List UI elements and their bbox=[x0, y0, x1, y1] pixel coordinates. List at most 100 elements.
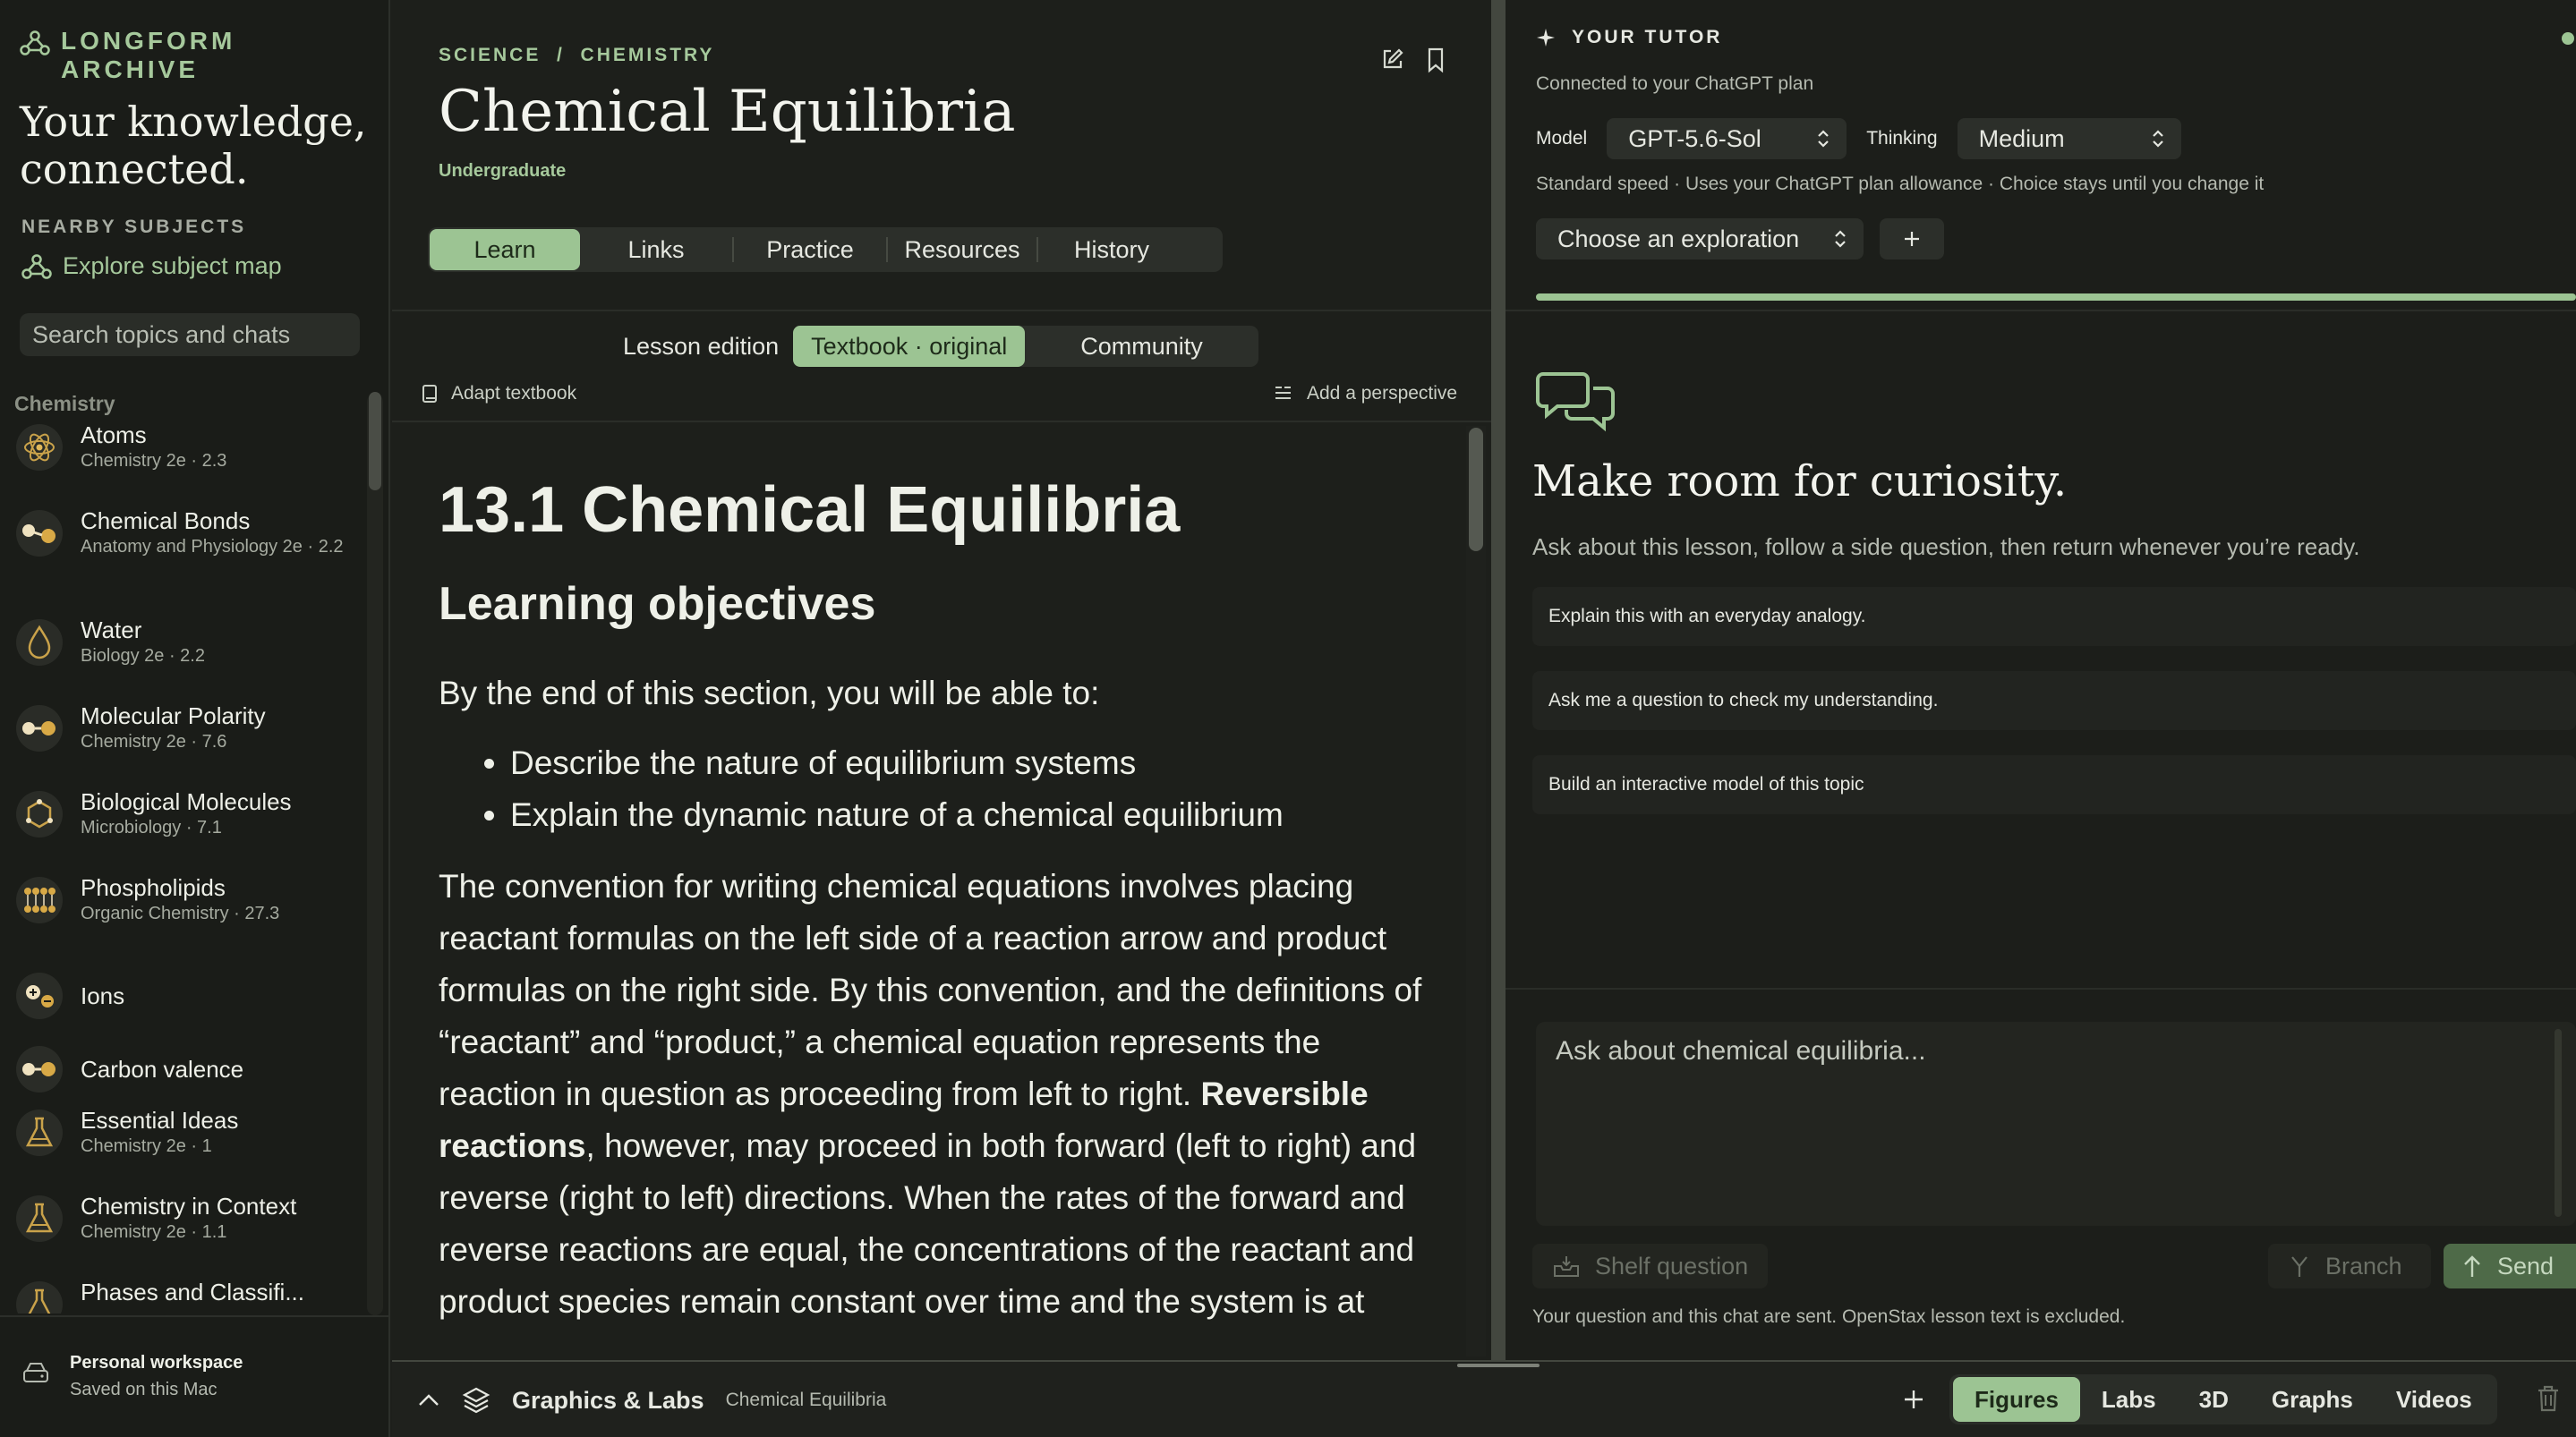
edition-segmented-control: Textbook · original Community bbox=[793, 326, 1258, 367]
suggestion-model[interactable]: Build an interactive model of this topic bbox=[1532, 755, 2576, 814]
model-select[interactable]: GPT-5.6-Sol bbox=[1607, 118, 1847, 159]
tab-history[interactable]: History bbox=[1038, 229, 1185, 270]
network-logo-icon bbox=[20, 30, 50, 84]
lesson-scrollbar[interactable] bbox=[1466, 426, 1486, 1356]
topic-item[interactable]: Carbon valence bbox=[0, 1033, 367, 1106]
topic-name: Phases and Classifi... bbox=[81, 1279, 305, 1305]
tab-resources[interactable]: Resources bbox=[888, 229, 1036, 270]
edition-textbook-option[interactable]: Textbook · original bbox=[793, 326, 1026, 367]
lesson-panel: SCIENCE / CHEMISTRY Chemical Equilibria … bbox=[392, 0, 1491, 1360]
tab-practice[interactable]: Practice bbox=[734, 229, 886, 270]
plus-icon bbox=[1902, 229, 1922, 249]
bookmark-icon[interactable] bbox=[1425, 47, 1446, 73]
sidebar-scrollbar[interactable] bbox=[367, 394, 383, 1315]
explore-map-link[interactable]: Explore subject map bbox=[21, 252, 282, 280]
adapt-textbook-button[interactable]: Adapt textbook bbox=[421, 383, 576, 404]
graphics-labs-subtitle: Chemical Equilibria bbox=[725, 1390, 887, 1410]
topic-item[interactable]: Phospholipids Organic Chemistry · 27.3 bbox=[0, 873, 367, 959]
lesson-scroll-thumb[interactable] bbox=[1469, 428, 1483, 551]
topic-source: Chemistry 2e · 7.6 bbox=[81, 732, 227, 752]
graphics-labs-title: Graphics & Labs bbox=[512, 1386, 704, 1414]
flask-icon bbox=[16, 1110, 63, 1156]
shelf-question-button[interactable]: Shelf question bbox=[1532, 1244, 1769, 1288]
edition-label: Lesson edition bbox=[623, 332, 780, 360]
topic-list: Atoms Chemistry 2e · 2.3 Chemical Bonds An… bbox=[0, 421, 367, 1314]
exploration-value: Choose an exploration bbox=[1557, 225, 1800, 252]
arrow-up-icon bbox=[2461, 1254, 2483, 1279]
topic-name: Carbon valence bbox=[81, 1056, 244, 1083]
topic-source: Microbiology · 7.1 bbox=[81, 818, 222, 838]
chevron-updown-icon bbox=[2151, 129, 2165, 149]
topic-item[interactable]: Chemical Bonds Anatomy and Physiology 2e … bbox=[0, 506, 367, 616]
chevron-up-icon[interactable] bbox=[417, 1392, 440, 1408]
tab-learn[interactable]: Learn bbox=[430, 229, 580, 270]
divider bbox=[1506, 310, 2576, 311]
topic-item[interactable]: Molecular Polarity Chemistry 2e · 7.6 bbox=[0, 701, 367, 787]
tab-3d[interactable]: 3D bbox=[2178, 1377, 2250, 1422]
trash-icon[interactable] bbox=[2535, 1383, 2562, 1414]
tab-links[interactable]: Links bbox=[580, 229, 732, 270]
branch-label: Branch bbox=[2325, 1252, 2402, 1280]
topic-item[interactable]: Biological Molecules Microbiology · 7.1 bbox=[0, 787, 367, 873]
model-value: GPT-5.6-Sol bbox=[1628, 124, 1761, 152]
input-scrollbar[interactable] bbox=[2555, 1029, 2562, 1217]
add-exploration-button[interactable] bbox=[1880, 218, 1944, 259]
edition-community-option[interactable]: Community bbox=[1025, 326, 1258, 367]
suggestion-quiz[interactable]: Ask me a question to check my understand… bbox=[1532, 671, 2576, 730]
panel-resize-handle[interactable] bbox=[1491, 0, 1506, 1360]
topic-name: Chemistry in Context bbox=[81, 1193, 297, 1220]
media-tabs: Figures Labs 3D Graphs Videos bbox=[1949, 1374, 2497, 1424]
privacy-note: Your question and this chat are sent. Op… bbox=[1532, 1306, 2126, 1327]
topic-name: Essential Ideas bbox=[81, 1107, 239, 1134]
thinking-label: Thinking bbox=[1866, 128, 1938, 149]
topic-item[interactable]: Phases and Classifi... bbox=[0, 1278, 367, 1314]
sidebar-scroll-thumb[interactable] bbox=[369, 392, 381, 490]
thinking-value: Medium bbox=[1978, 124, 2065, 152]
lesson-paragraph: The convention for writing chemical equa… bbox=[439, 861, 1441, 1328]
send-button[interactable]: Send bbox=[2444, 1244, 2576, 1288]
chevron-updown-icon bbox=[1816, 129, 1830, 149]
adapt-textbook-label: Adapt textbook bbox=[451, 383, 577, 404]
drawer-handle[interactable] bbox=[1457, 1364, 1540, 1367]
brand-line-2: ARCHIVE bbox=[61, 55, 200, 83]
exploration-row: Choose an exploration bbox=[1536, 218, 1944, 259]
workspace-footer[interactable]: Personal workspace Saved on this Mac bbox=[0, 1315, 390, 1437]
ion-icon bbox=[16, 973, 63, 1019]
tab-videos[interactable]: Videos bbox=[2375, 1377, 2494, 1422]
add-media-button[interactable] bbox=[1896, 1382, 1932, 1417]
suggestion-analogy[interactable]: Explain this with an everyday analogy. bbox=[1532, 587, 2576, 646]
tutor-panel: YOUR TUTOR Connected to your ChatGPT pla… bbox=[1506, 0, 2576, 1360]
edit-icon[interactable] bbox=[1380, 47, 1405, 73]
topic-item[interactable]: Chemistry in Context Chemistry 2e · 1.1 bbox=[0, 1192, 367, 1278]
exploration-select[interactable]: Choose an exploration bbox=[1536, 218, 1864, 259]
empty-state-heading: Make room for curiosity. bbox=[1532, 456, 2068, 506]
topic-item[interactable]: Atoms Chemistry 2e · 2.3 bbox=[0, 421, 367, 506]
divider bbox=[1506, 988, 2576, 990]
section-heading: 13.1 Chemical Equilibria bbox=[439, 474, 1181, 546]
session-progress-bar bbox=[1536, 293, 2576, 301]
topic-name: Phospholipids bbox=[81, 874, 226, 901]
objectives-heading: Learning objectives bbox=[439, 578, 876, 630]
branch-button[interactable]: Branch bbox=[2268, 1244, 2431, 1288]
topic-item[interactable]: Essential Ideas Chemistry 2e · 1 bbox=[0, 1106, 367, 1192]
breadcrumb[interactable]: SCIENCE / CHEMISTRY bbox=[439, 45, 714, 66]
brand[interactable]: LONGFORM ARCHIVE bbox=[20, 27, 235, 84]
hexagon-molecule-icon bbox=[16, 791, 63, 838]
topic-name: Chemical Bonds bbox=[81, 507, 251, 534]
chat-input[interactable]: Ask about chemical equilibria... bbox=[1536, 1022, 2576, 1226]
flask-icon bbox=[16, 1195, 63, 1242]
topic-item[interactable]: Water Biology 2e · 2.2 bbox=[0, 616, 367, 701]
tab-labs[interactable]: Labs bbox=[2080, 1377, 2178, 1422]
search-input[interactable]: Search topics and chats bbox=[20, 313, 360, 356]
tab-figures[interactable]: Figures bbox=[1953, 1377, 2080, 1422]
plus-icon bbox=[1896, 1382, 1932, 1417]
list-add-icon bbox=[1273, 384, 1294, 404]
topic-source: Chemistry 2e · 1.1 bbox=[81, 1222, 227, 1242]
add-perspective-button[interactable]: Add a perspective bbox=[1273, 383, 1457, 404]
topic-item[interactable]: Ions bbox=[0, 959, 367, 1033]
thinking-select[interactable]: Medium bbox=[1957, 118, 2181, 159]
tab-graphs[interactable]: Graphs bbox=[2250, 1377, 2375, 1422]
explore-map-label: Explore subject map bbox=[63, 252, 282, 279]
divider bbox=[392, 310, 1491, 311]
graphics-labs-header[interactable]: Graphics & Labs Chemical Equilibria bbox=[417, 1362, 886, 1437]
